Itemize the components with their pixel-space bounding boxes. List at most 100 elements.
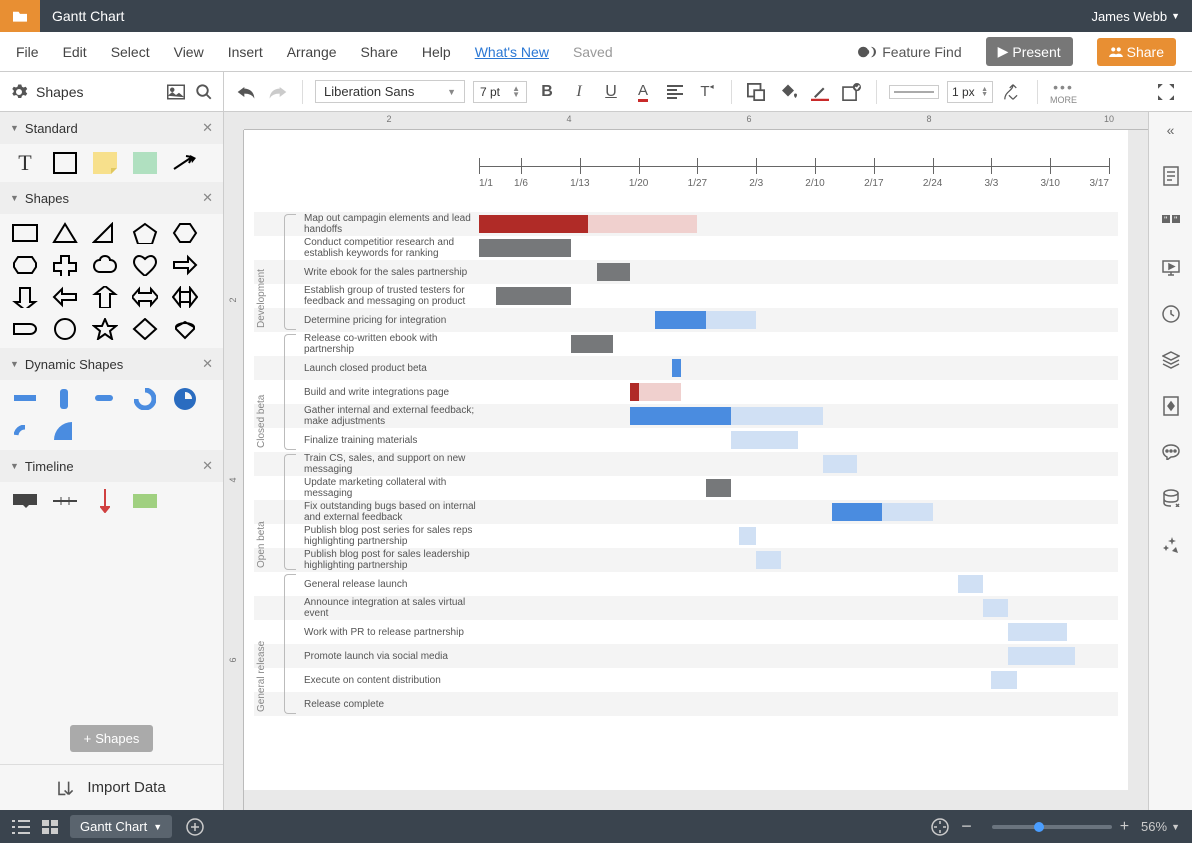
close-icon[interactable]: ✕	[202, 190, 213, 206]
gantt-bar[interactable]	[597, 263, 631, 281]
gantt-bar[interactable]	[991, 671, 1016, 689]
font-size-select[interactable]: 7 pt▲▼	[473, 81, 527, 103]
dyn-shape[interactable]	[132, 388, 158, 410]
gear-icon[interactable]	[10, 83, 28, 101]
gantt-bar[interactable]	[739, 527, 756, 545]
tl-shape[interactable]	[132, 490, 158, 512]
close-icon[interactable]: ✕	[202, 356, 213, 372]
gantt-row[interactable]: Map out campagin elements and lead hando…	[254, 212, 1118, 236]
menu-share[interactable]: Share	[361, 44, 398, 60]
gantt-bar[interactable]	[588, 215, 697, 233]
canvas-area[interactable]: 246810 246 1/11/61/131/201/272/32/102/17…	[224, 112, 1148, 810]
gantt-row[interactable]: Update marketing collateral with messagi…	[254, 476, 1118, 500]
add-shapes-button[interactable]: +Shapes	[70, 725, 154, 752]
gantt-bar[interactable]	[672, 359, 680, 377]
gantt-row[interactable]: Train CS, sales, and support on new mess…	[254, 452, 1118, 476]
menu-insert[interactable]: Insert	[228, 44, 263, 60]
gantt-bar[interactable]	[756, 551, 781, 569]
gantt-bar[interactable]	[983, 599, 1008, 617]
font-select[interactable]: Liberation Sans▼	[315, 80, 465, 103]
gantt-bar[interactable]	[479, 215, 588, 233]
gantt-row[interactable]: Publish blog post for sales leadership h…	[254, 548, 1118, 572]
data-icon[interactable]	[1159, 486, 1183, 510]
gantt-bar[interactable]	[823, 455, 857, 473]
line-shape-button[interactable]	[1001, 80, 1025, 104]
search-icon[interactable]	[195, 83, 213, 101]
shape-item[interactable]	[132, 254, 158, 276]
gantt-row[interactable]: Release co-written ebook with partnershi…	[254, 332, 1118, 356]
gantt-row[interactable]: Execute on content distribution	[254, 668, 1118, 692]
gantt-row[interactable]: Promote launch via social media	[254, 644, 1118, 668]
gantt-bar[interactable]	[655, 311, 705, 329]
presentation-icon[interactable]	[1159, 256, 1183, 280]
menu-arrange[interactable]: Arrange	[287, 44, 337, 60]
gantt-bar[interactable]	[630, 407, 731, 425]
section-dynamic[interactable]: ▼ Dynamic Shapes ✕	[0, 348, 223, 380]
gantt-row[interactable]: Gather internal and external feedback; m…	[254, 404, 1118, 428]
rect-shape[interactable]	[52, 152, 78, 174]
line-style-select[interactable]	[889, 85, 939, 99]
gantt-bar[interactable]	[496, 287, 572, 305]
add-page-button[interactable]	[186, 818, 204, 836]
align-button[interactable]	[663, 80, 687, 104]
gantt-row[interactable]: Publish blog post series for sales reps …	[254, 524, 1118, 548]
text-color-button[interactable]: A	[631, 80, 655, 104]
menu-file[interactable]: File	[16, 44, 39, 60]
underline-button[interactable]: U	[599, 80, 623, 104]
present-button[interactable]: ▶Present	[986, 37, 1073, 66]
comment-icon[interactable]: ''''	[1159, 210, 1183, 234]
gantt-row[interactable]: Establish group of trusted testers for f…	[254, 284, 1118, 308]
feature-find-button[interactable]: Feature Find	[858, 44, 961, 60]
page-tab[interactable]: Gantt Chart▼	[70, 815, 172, 838]
fill-button[interactable]	[776, 80, 800, 104]
gantt-bar[interactable]	[882, 503, 932, 521]
shape-item[interactable]	[132, 222, 158, 244]
gantt-row[interactable]: Announce integration at sales virtual ev…	[254, 596, 1118, 620]
dyn-shape[interactable]	[12, 388, 38, 410]
history-icon[interactable]	[1159, 302, 1183, 326]
gantt-bar[interactable]	[731, 407, 823, 425]
shape-item[interactable]	[52, 254, 78, 276]
gantt-row[interactable]: Launch closed product beta	[254, 356, 1118, 380]
document-icon[interactable]	[1159, 164, 1183, 188]
tl-shape[interactable]	[52, 490, 78, 512]
collapse-dock-icon[interactable]: «	[1159, 118, 1183, 142]
zoom-in-button[interactable]: +	[1120, 818, 1129, 836]
menu-view[interactable]: View	[174, 44, 204, 60]
dyn-shape[interactable]	[172, 388, 198, 410]
shape-item[interactable]	[12, 318, 38, 340]
tl-shape[interactable]	[12, 490, 38, 512]
image-icon[interactable]	[167, 84, 185, 100]
list-view-icon[interactable]	[12, 820, 30, 834]
note-shape[interactable]	[92, 152, 118, 174]
section-standard[interactable]: ▼ Standard ✕	[0, 112, 223, 144]
shape-item[interactable]	[132, 318, 158, 340]
dyn-shape[interactable]	[52, 388, 78, 410]
shape-item[interactable]	[52, 286, 78, 308]
menu-select[interactable]: Select	[111, 44, 150, 60]
italic-button[interactable]: I	[567, 80, 591, 104]
import-data-button[interactable]: Import Data	[0, 764, 223, 810]
gantt-row[interactable]: Build and write integrations page	[254, 380, 1118, 404]
section-shapes[interactable]: ▼ Shapes ✕	[0, 182, 223, 214]
gantt-bar[interactable]	[1008, 623, 1067, 641]
section-timeline[interactable]: ▼ Timeline ✕	[0, 450, 223, 482]
shape-item[interactable]	[92, 318, 118, 340]
canvas[interactable]: 1/11/61/131/201/272/32/102/172/243/33/10…	[244, 130, 1128, 790]
shape-options-button[interactable]	[840, 80, 864, 104]
app-logo[interactable]	[0, 0, 40, 32]
layers-icon[interactable]	[1159, 348, 1183, 372]
gantt-row[interactable]: Fix outstanding bugs based on internal a…	[254, 500, 1118, 524]
gantt-row[interactable]: Release complete	[254, 692, 1118, 716]
shape-item[interactable]	[52, 318, 78, 340]
tl-shape[interactable]	[92, 490, 118, 512]
shape-style-button[interactable]	[744, 80, 768, 104]
dyn-shape[interactable]	[52, 420, 78, 442]
stroke-width-select[interactable]: 1 px▲▼	[947, 81, 993, 103]
gantt-row[interactable]: Write ebook for the sales partnership	[254, 260, 1118, 284]
border-color-button[interactable]	[808, 80, 832, 104]
gantt-bar[interactable]	[479, 239, 571, 257]
gantt-bar[interactable]	[571, 335, 613, 353]
menu-whats-new[interactable]: What's New	[475, 44, 549, 60]
gantt-bar[interactable]	[958, 575, 983, 593]
